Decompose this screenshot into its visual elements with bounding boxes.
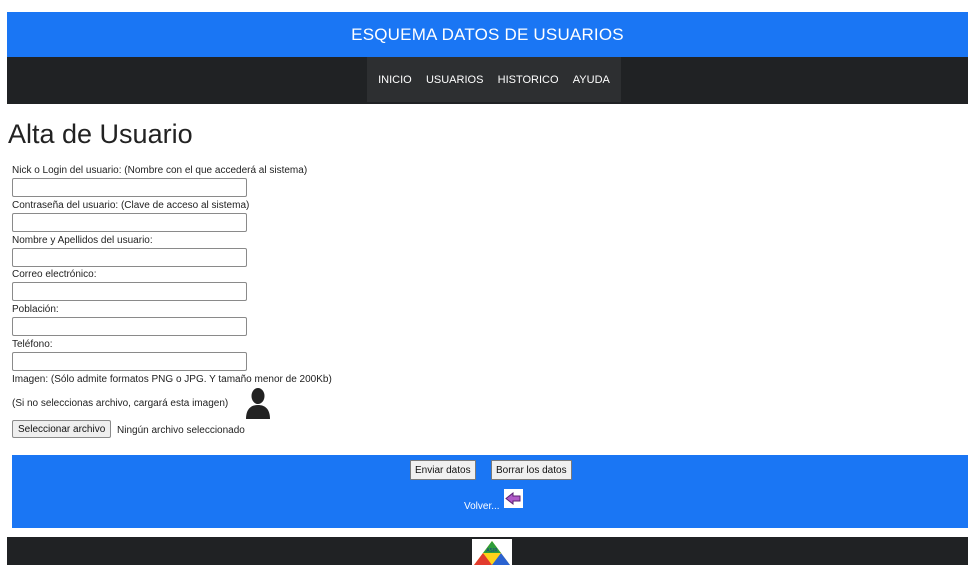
nav-item-historico[interactable]: HISTORICO [498, 74, 559, 86]
logo-text: ASIR [486, 548, 498, 554]
nav-item-usuarios[interactable]: USUARIOS [426, 74, 483, 86]
nav-item-ayuda[interactable]: AYUDA [573, 74, 610, 86]
fullname-label: Nombre y Apellidos del usuario: [12, 235, 153, 246]
back-label: Volver... [464, 501, 500, 512]
phone-label: Teléfono: [12, 339, 53, 350]
nav-item-inicio[interactable]: INICIO [378, 74, 412, 86]
nav-bar: INICIO USUARIOS HISTORICO AYUDA [7, 57, 968, 104]
asir-logo-icon: ASIR [472, 539, 512, 565]
email-label: Correo electrónico: [12, 269, 97, 280]
footer: ASIR [7, 537, 968, 565]
file-status: Ningún archivo seleccionado [117, 425, 245, 436]
page-title: Alta de Usuario [8, 119, 193, 149]
password-label: Contraseña del usuario: (Clave de acceso… [12, 200, 250, 211]
default-image-note: (Si no seleccionas archivo, cargará esta… [12, 398, 229, 409]
email-input[interactable] [12, 282, 247, 301]
nick-label: Nick o Login del usuario: (Nombre con el… [12, 165, 308, 176]
city-label: Población: [12, 304, 59, 315]
password-input[interactable] [12, 213, 247, 232]
user-avatar-icon [246, 388, 270, 419]
page: ESQUEMA DATOS DE USUARIOS INICIO USUARIO… [0, 0, 968, 565]
site-title: ESQUEMA DATOS DE USUARIOS [351, 24, 624, 44]
submit-button[interactable]: Enviar datos [410, 460, 476, 480]
header-banner: ESQUEMA DATOS DE USUARIOS [7, 12, 968, 57]
actions-panel: Enviar datos Borrar los datos Volver... [12, 455, 968, 528]
select-file-button[interactable]: Seleccionar archivo [12, 420, 112, 438]
nav-menu: INICIO USUARIOS HISTORICO AYUDA [367, 57, 621, 102]
reset-button[interactable]: Borrar los datos [491, 460, 572, 480]
phone-input[interactable] [12, 352, 247, 371]
nick-input[interactable] [12, 178, 247, 197]
city-input[interactable] [12, 317, 247, 336]
image-label: Imagen: (Sólo admite formatos PNG o JPG.… [12, 374, 332, 385]
back-arrow-icon[interactable] [504, 489, 523, 508]
fullname-input[interactable] [12, 248, 247, 267]
